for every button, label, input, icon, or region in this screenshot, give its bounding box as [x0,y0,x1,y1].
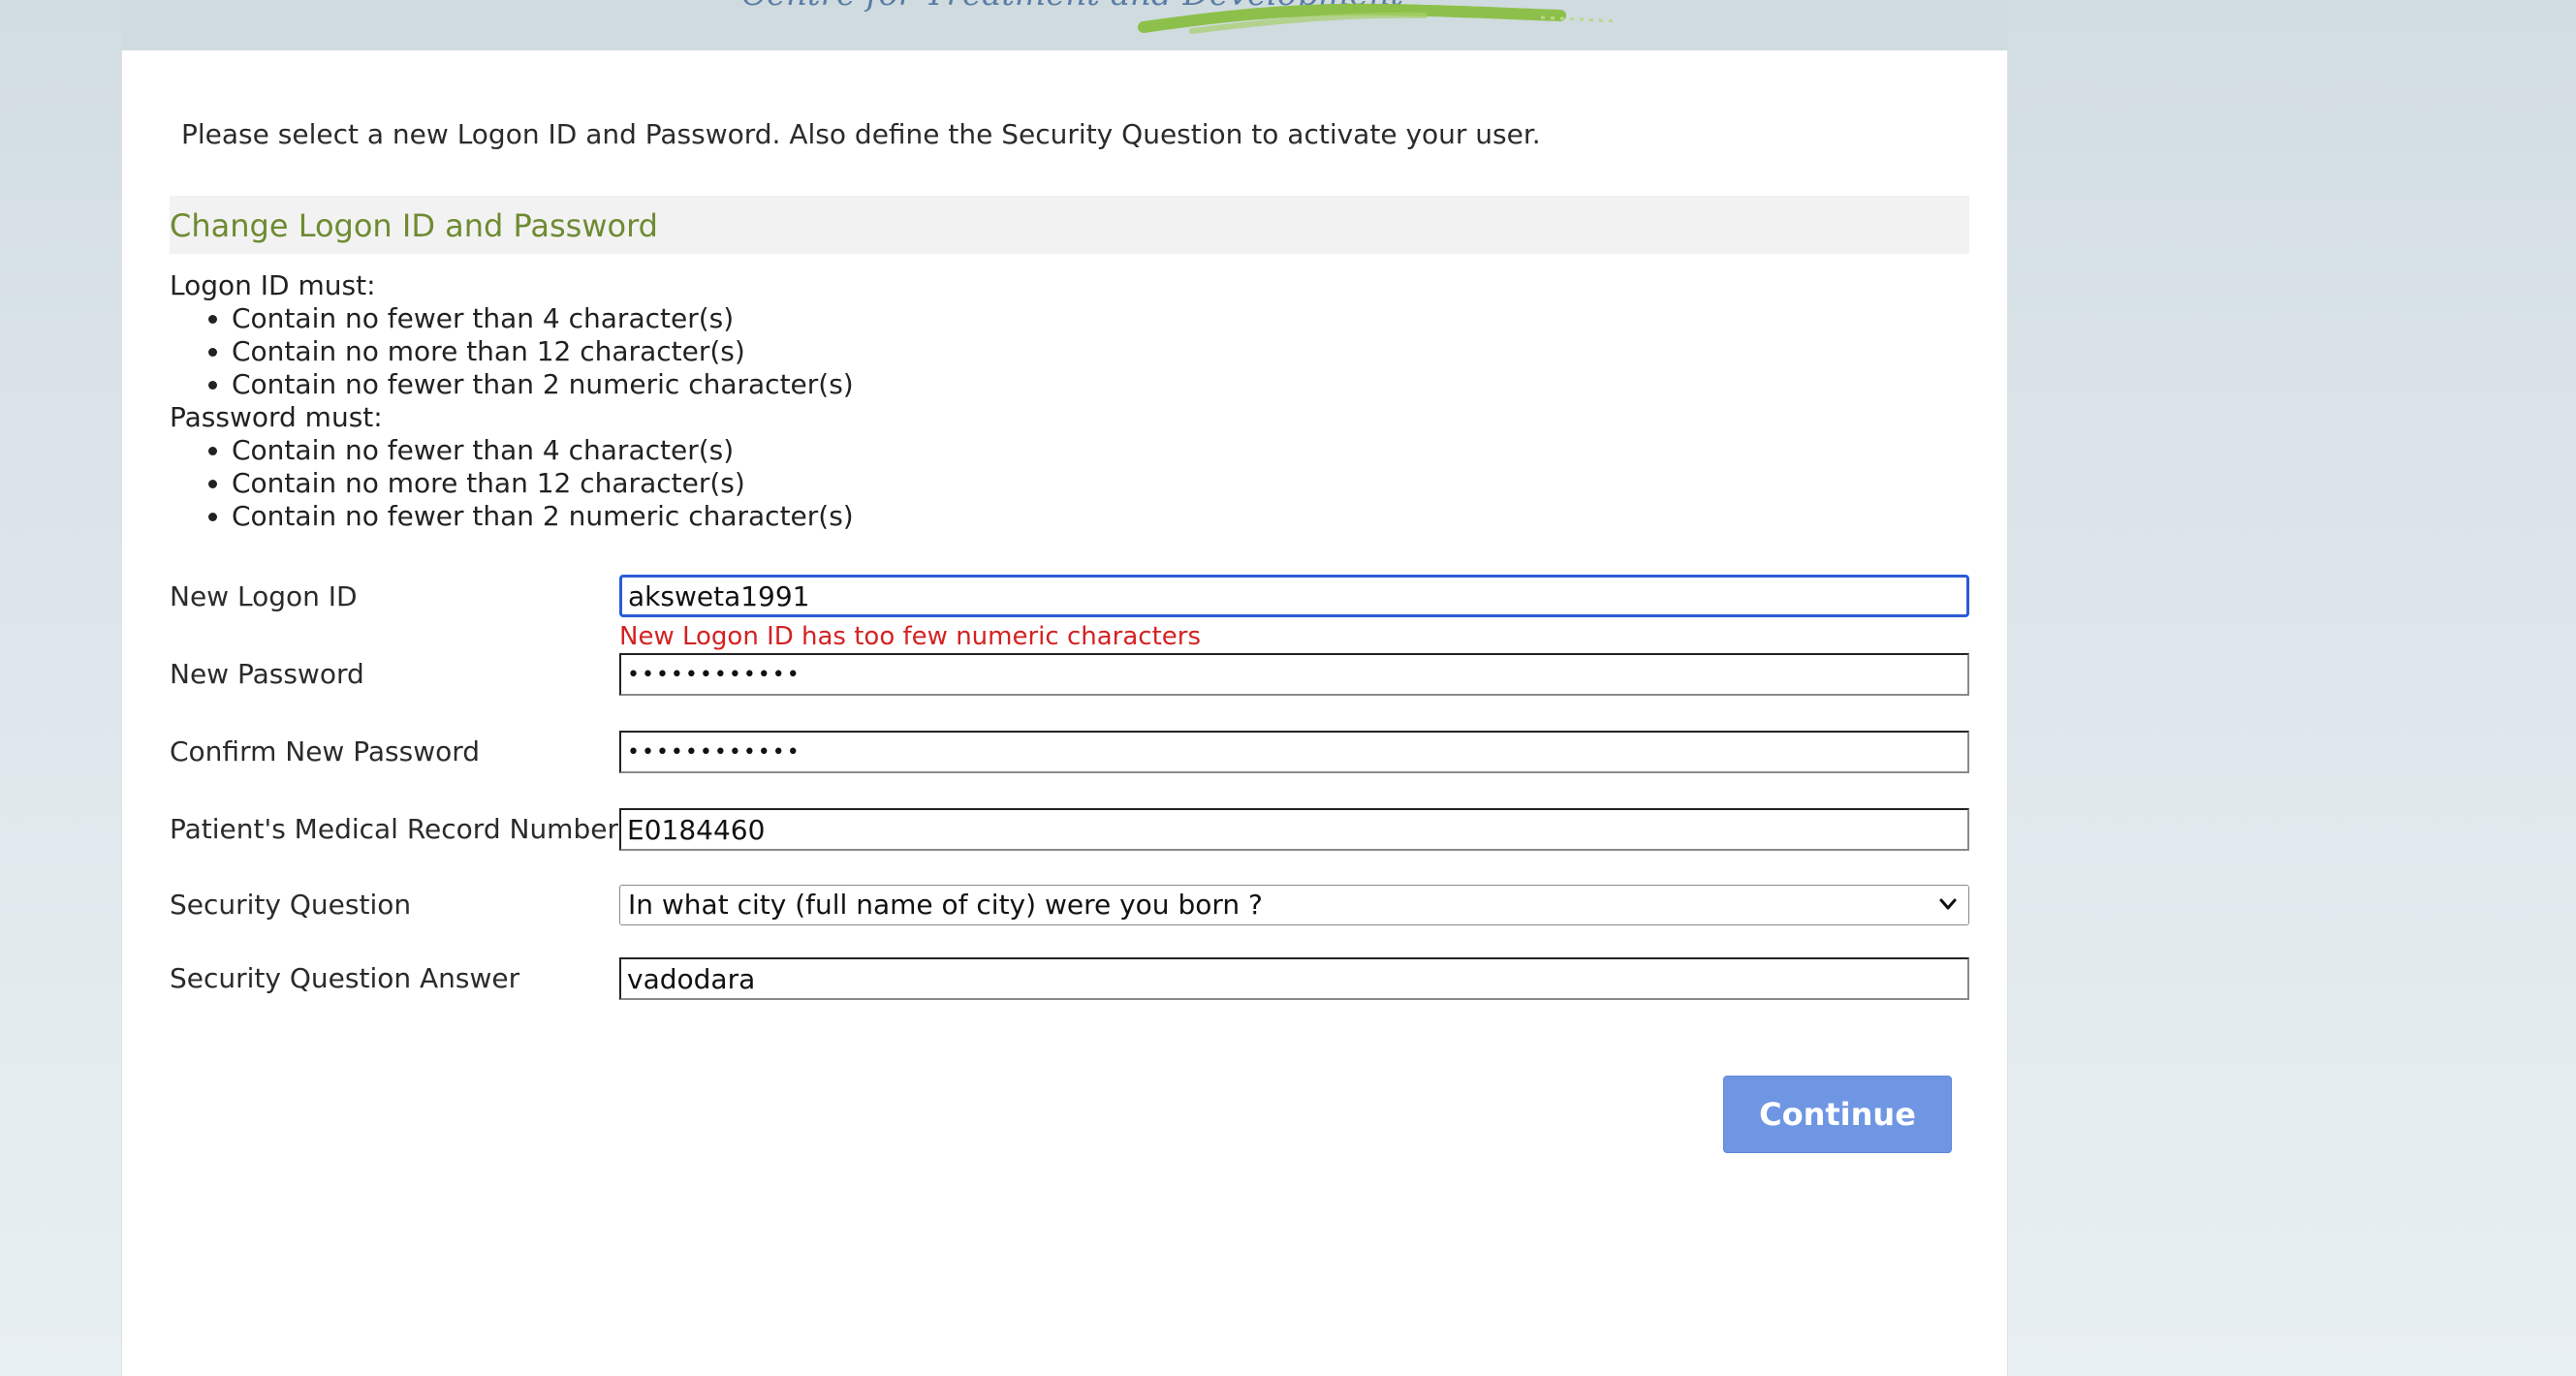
new-password-label: New Password [170,658,364,690]
header-banner: Centre for Treatment and Development [121,0,2008,50]
logon-id-input[interactable] [619,575,1969,617]
logon-rules: Contain no fewer than 4 character(s) Con… [170,302,854,401]
chevron-down-icon [1939,898,1957,910]
password-rule-item: Contain no more than 12 character(s) [232,467,854,500]
logon-id-label: New Logon ID [170,580,358,612]
confirm-password-label: Confirm New Password [170,735,481,767]
content-panel: Please select a new Logon ID and Passwor… [121,50,2008,1376]
new-password-input[interactable] [619,653,1969,696]
mrn-label: Patient's Medical Record Number [170,813,618,845]
password-rules: Contain no fewer than 4 character(s) Con… [170,434,854,533]
intro-text: Please select a new Logon ID and Passwor… [181,118,1541,150]
continue-button[interactable]: Continue [1723,1076,1952,1153]
security-question-label: Security Question [170,889,412,921]
section-title: Change Logon ID and Password [170,207,658,244]
security-answer-input[interactable] [619,957,1969,1000]
logon-rules-heading: Logon ID must: [170,269,376,301]
mrn-input[interactable] [619,808,1969,851]
logon-id-error: New Logon ID has too few numeric charact… [619,622,1201,651]
logon-rule-item: Contain no more than 12 character(s) [232,335,854,368]
logon-rule-item: Contain no fewer than 4 character(s) [232,302,854,335]
confirm-password-input[interactable] [619,731,1969,773]
section-header: Change Logon ID and Password [170,196,1969,254]
password-rule-item: Contain no fewer than 2 numeric characte… [232,500,854,533]
security-question-value: In what city (full name of city) were yo… [628,889,1263,921]
password-rules-heading: Password must: [170,401,383,433]
logo-swoosh-icon [1138,3,1619,34]
requirements-list: Logon ID must: Contain no fewer than 4 c… [170,269,854,533]
security-question-select[interactable]: In what city (full name of city) were yo… [619,885,1969,925]
logon-rule-item: Contain no fewer than 2 numeric characte… [232,368,854,401]
password-rule-item: Contain no fewer than 4 character(s) [232,434,854,467]
security-answer-label: Security Question Answer [170,962,520,994]
